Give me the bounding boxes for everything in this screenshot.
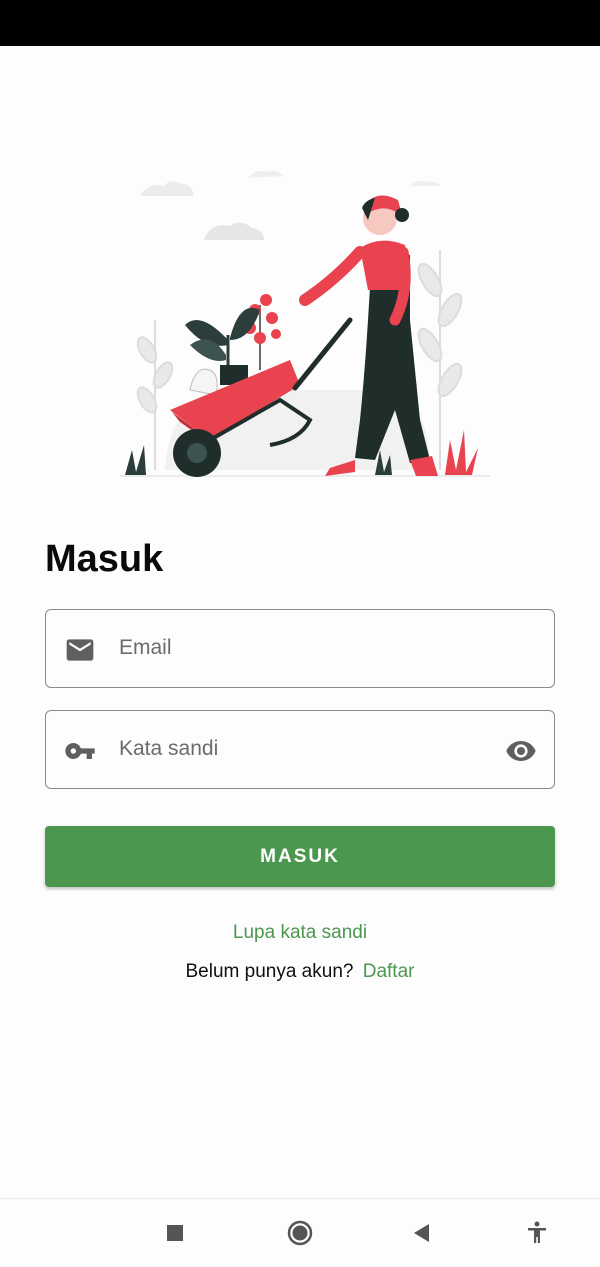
page-title: Masuk (45, 538, 164, 580)
gardener-wheelbarrow-illustration (120, 170, 490, 477)
square-icon[interactable] (161, 1219, 189, 1247)
email-field[interactable] (45, 609, 555, 688)
login-button[interactable]: MASUK (45, 826, 555, 887)
system-navigation-bar (0, 1198, 600, 1267)
email-input[interactable] (119, 610, 489, 686)
register-link[interactable]: Daftar (363, 961, 415, 982)
password-input[interactable] (119, 711, 489, 787)
key-icon (65, 743, 95, 759)
register-prompt: Belum punya akun? (185, 961, 354, 982)
forgot-password-link[interactable]: Lupa kata sandi (0, 922, 600, 944)
status-bar (0, 0, 600, 46)
eye-icon[interactable] (504, 735, 538, 767)
circle-home-icon[interactable] (286, 1219, 314, 1247)
back-triangle-icon[interactable] (408, 1219, 436, 1247)
register-row: Belum punya akun? Daftar (0, 961, 600, 983)
accessibility-icon[interactable] (523, 1219, 551, 1247)
password-field[interactable] (45, 710, 555, 789)
email-icon (66, 639, 94, 661)
